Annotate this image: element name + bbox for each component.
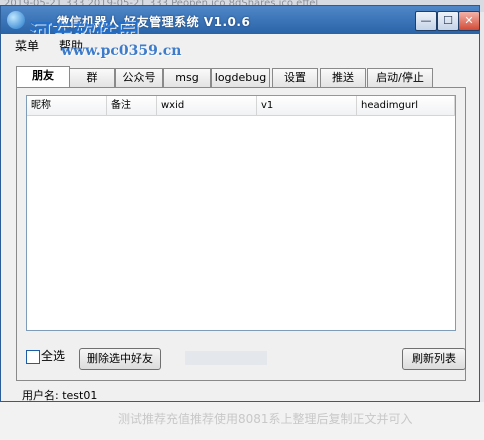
select-all-checkbox[interactable] [26,350,40,364]
tab-friends[interactable]: 朋友 [16,66,70,88]
tab-groups[interactable]: 群 [69,68,115,87]
tab-settings[interactable]: 设置 [272,68,318,87]
username-label: 用户名: test01 [22,389,98,402]
watermark-url: www.pc0359.cn [61,43,182,59]
friends-list[interactable]: 昵称 备注 wxid v1 headimgurl [26,95,456,331]
tab-start-stop[interactable]: 启动/停止 [367,68,433,87]
maximize-button[interactable]: ☐ [437,11,459,31]
minimize-button[interactable]: — [415,11,437,31]
column-header-nickname[interactable]: 昵称 [27,96,107,116]
tab-push[interactable]: 推送 [320,68,366,87]
desktop-bottom-text: 测试推荐充值推荐使用8081系上整理后复制正文并可入 [118,412,413,426]
desktop-bottom-strip: 测试推荐充值推荐使用8081系上整理后复制正文并可入 [0,402,484,440]
app-window: 微信机器人 好友管理系统 V1.0.6 河东软件园 — ☐ ✕ 菜单 帮助 ww… [0,5,480,402]
title-bar[interactable]: 微信机器人 好友管理系统 V1.0.6 河东软件园 — ☐ ✕ [1,6,480,46]
column-header-wxid[interactable]: wxid [157,96,257,116]
delete-selected-button[interactable]: 删除选中好友 [79,348,161,370]
tab-official-accounts[interactable]: 公众号 [115,68,163,87]
friends-panel: 昵称 备注 wxid v1 headimgurl 全选 删除选中好友 刷新列表 [16,87,466,381]
close-button[interactable]: ✕ [458,11,480,31]
progress-bar [185,351,267,365]
tab-logdebug[interactable]: logdebug [211,68,270,87]
select-all-label[interactable]: 全选 [41,347,65,364]
refresh-list-button[interactable]: 刷新列表 [402,348,466,370]
menu-item-menu[interactable]: 菜单 [15,37,39,54]
tab-msg[interactable]: msg [163,68,211,87]
column-header-headimgurl[interactable]: headimgurl [357,96,455,116]
column-header-remark[interactable]: 备注 [107,96,157,116]
app-logo-icon [7,11,25,29]
column-header-v1[interactable]: v1 [257,96,357,116]
